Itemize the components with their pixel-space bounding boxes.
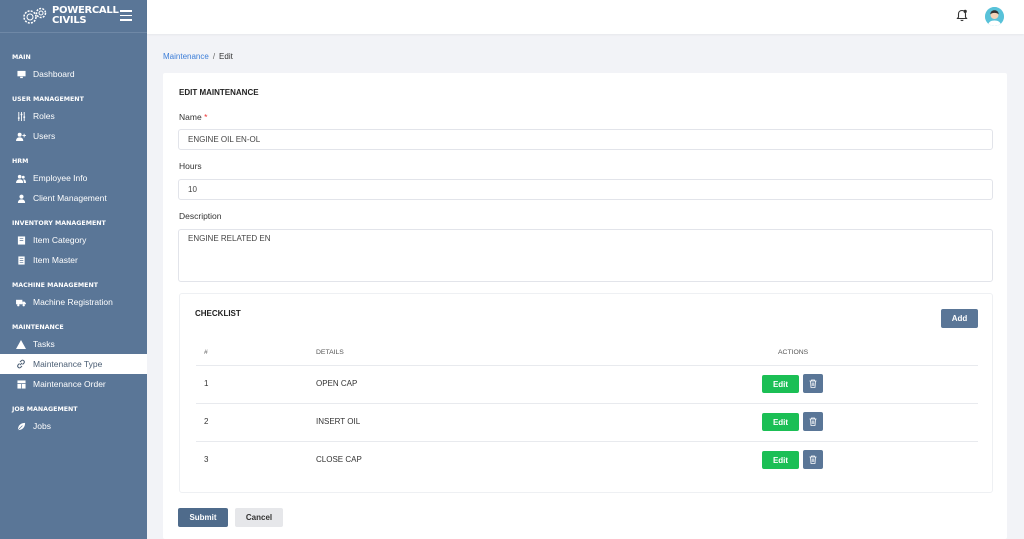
edit-button[interactable]: Edit	[762, 451, 799, 469]
edit-button[interactable]: Edit	[762, 375, 799, 393]
sidebar-item-tasks[interactable]: Tasks	[0, 334, 147, 354]
trash-icon	[809, 452, 817, 467]
table-row: 2 INSERT OIL Edit	[196, 403, 978, 441]
brand-line-2: CIVILS	[52, 15, 87, 26]
avatar[interactable]	[985, 7, 1004, 26]
sidebar-section-user-management: USER MANAGEMENT	[12, 96, 84, 103]
sidebar-section-hrm: HRM	[12, 158, 29, 165]
trash-icon	[809, 414, 817, 429]
submit-button[interactable]: Submit	[178, 508, 228, 527]
name-input[interactable]: ENGINE OIL EN-OL	[178, 129, 993, 150]
sidebar-item-employee-info[interactable]: Employee Info	[0, 168, 147, 188]
checklist-panel: CHECKLIST Add # DETAILS ACTIONS 1 OPEN C…	[179, 293, 993, 493]
name-label-text: Name	[179, 112, 202, 122]
user-icon	[16, 193, 26, 203]
users-icon	[16, 173, 26, 183]
sidebar-item-maintenance-type[interactable]: Maintenance Type	[0, 354, 147, 374]
column-header-number: #	[204, 349, 208, 356]
cancel-button[interactable]: Cancel	[235, 508, 283, 527]
delete-button[interactable]	[803, 450, 823, 469]
breadcrumb-separator: /	[212, 52, 216, 61]
sidebar-section-inventory-management: INVENTORY MANAGEMENT	[12, 220, 106, 227]
sidebar-item-label: Maintenance Order	[33, 379, 106, 389]
add-checklist-button[interactable]: Add	[941, 309, 978, 328]
sidebar-item-label: Client Management	[33, 193, 107, 203]
link-icon	[16, 359, 26, 369]
edit-button[interactable]: Edit	[762, 413, 799, 431]
sidebar-item-label: Jobs	[33, 421, 51, 431]
warning-icon	[16, 339, 26, 349]
truck-icon	[16, 297, 26, 307]
bell-icon[interactable]	[956, 9, 968, 22]
row-number: 2	[204, 417, 209, 426]
hours-input[interactable]: 10	[178, 179, 993, 200]
table-row: 3 CLOSE CAP Edit	[196, 441, 978, 479]
row-details: CLOSE CAP	[316, 455, 362, 464]
row-details: OPEN CAP	[316, 379, 358, 388]
sidebar-item-label: Item Category	[33, 235, 87, 245]
sidebar-item-label: Machine Registration	[33, 297, 113, 307]
sidebar-section-main: MAIN	[12, 54, 31, 61]
table-icon	[16, 379, 26, 389]
edit-maintenance-card: EDIT MAINTENANCE Name * ENGINE OIL EN-OL…	[163, 73, 1007, 539]
sidebar-item-dashboard[interactable]: Dashboard	[0, 64, 147, 84]
book-icon	[16, 235, 26, 245]
sidebar-item-label: Users	[33, 131, 56, 141]
column-header-details: DETAILS	[316, 349, 344, 356]
row-details: INSERT OIL	[316, 417, 361, 426]
sidebar-item-label: Tasks	[33, 339, 55, 349]
leaf-icon	[16, 421, 26, 431]
sidebar-item-label: Employee Info	[33, 173, 88, 183]
sidebar-item-machine-registration[interactable]: Machine Registration	[0, 292, 147, 312]
name-label: Name *	[179, 112, 207, 122]
breadcrumb-link-maintenance[interactable]: Maintenance	[163, 52, 209, 61]
sidebar-section-job-management: JOB MANAGEMENT	[12, 406, 78, 413]
user-plus-icon	[16, 131, 26, 141]
sidebar-section-maintenance: MAINTENANCE	[12, 324, 64, 331]
required-marker: *	[204, 112, 208, 122]
description-textarea[interactable]: ENGINE RELATED EN	[178, 229, 993, 282]
sliders-icon	[16, 111, 26, 121]
sidebar-item-label: Item Master	[33, 255, 78, 265]
sidebar-nav: MAIN Dashboard USER MANAGEMENT Roles Use…	[0, 33, 147, 436]
breadcrumb: Maintenance / Edit	[163, 52, 233, 61]
hamburger-menu-icon[interactable]	[120, 10, 132, 21]
sidebar-section-machine-management: MACHINE MANAGEMENT	[12, 282, 99, 289]
sidebar-item-users[interactable]: Users	[0, 126, 147, 146]
row-number: 3	[204, 455, 209, 464]
sidebar-item-item-category[interactable]: Item Category	[0, 230, 147, 250]
column-header-actions: ACTIONS	[778, 349, 809, 356]
card-title: EDIT MAINTENANCE	[179, 88, 259, 97]
sidebar-item-roles[interactable]: Roles	[0, 106, 147, 126]
sidebar-item-client-management[interactable]: Client Management	[0, 188, 147, 208]
notebook-icon	[16, 255, 26, 265]
brand-name: POWERCALL CIVILS	[52, 6, 119, 26]
monitor-icon	[16, 69, 26, 79]
sidebar-item-label: Roles	[33, 111, 55, 121]
description-label: Description	[179, 211, 222, 221]
breadcrumb-current: Edit	[219, 52, 233, 61]
table-row: 1 OPEN CAP Edit	[196, 365, 978, 403]
gears-logo-icon	[20, 5, 50, 27]
sidebar: POWERCALL CIVILS MAIN Dashboard USER MAN…	[0, 0, 147, 539]
sidebar-item-maintenance-order[interactable]: Maintenance Order	[0, 374, 147, 394]
sidebar-item-item-master[interactable]: Item Master	[0, 250, 147, 270]
sidebar-item-jobs[interactable]: Jobs	[0, 416, 147, 436]
sidebar-item-label: Dashboard	[33, 69, 75, 79]
trash-icon	[809, 376, 817, 391]
sidebar-item-label: Maintenance Type	[33, 359, 103, 369]
hours-label: Hours	[179, 161, 202, 171]
row-number: 1	[204, 379, 209, 388]
topbar	[147, 0, 1024, 34]
delete-button[interactable]	[803, 412, 823, 431]
delete-button[interactable]	[803, 374, 823, 393]
checklist-title: CHECKLIST	[195, 309, 241, 318]
